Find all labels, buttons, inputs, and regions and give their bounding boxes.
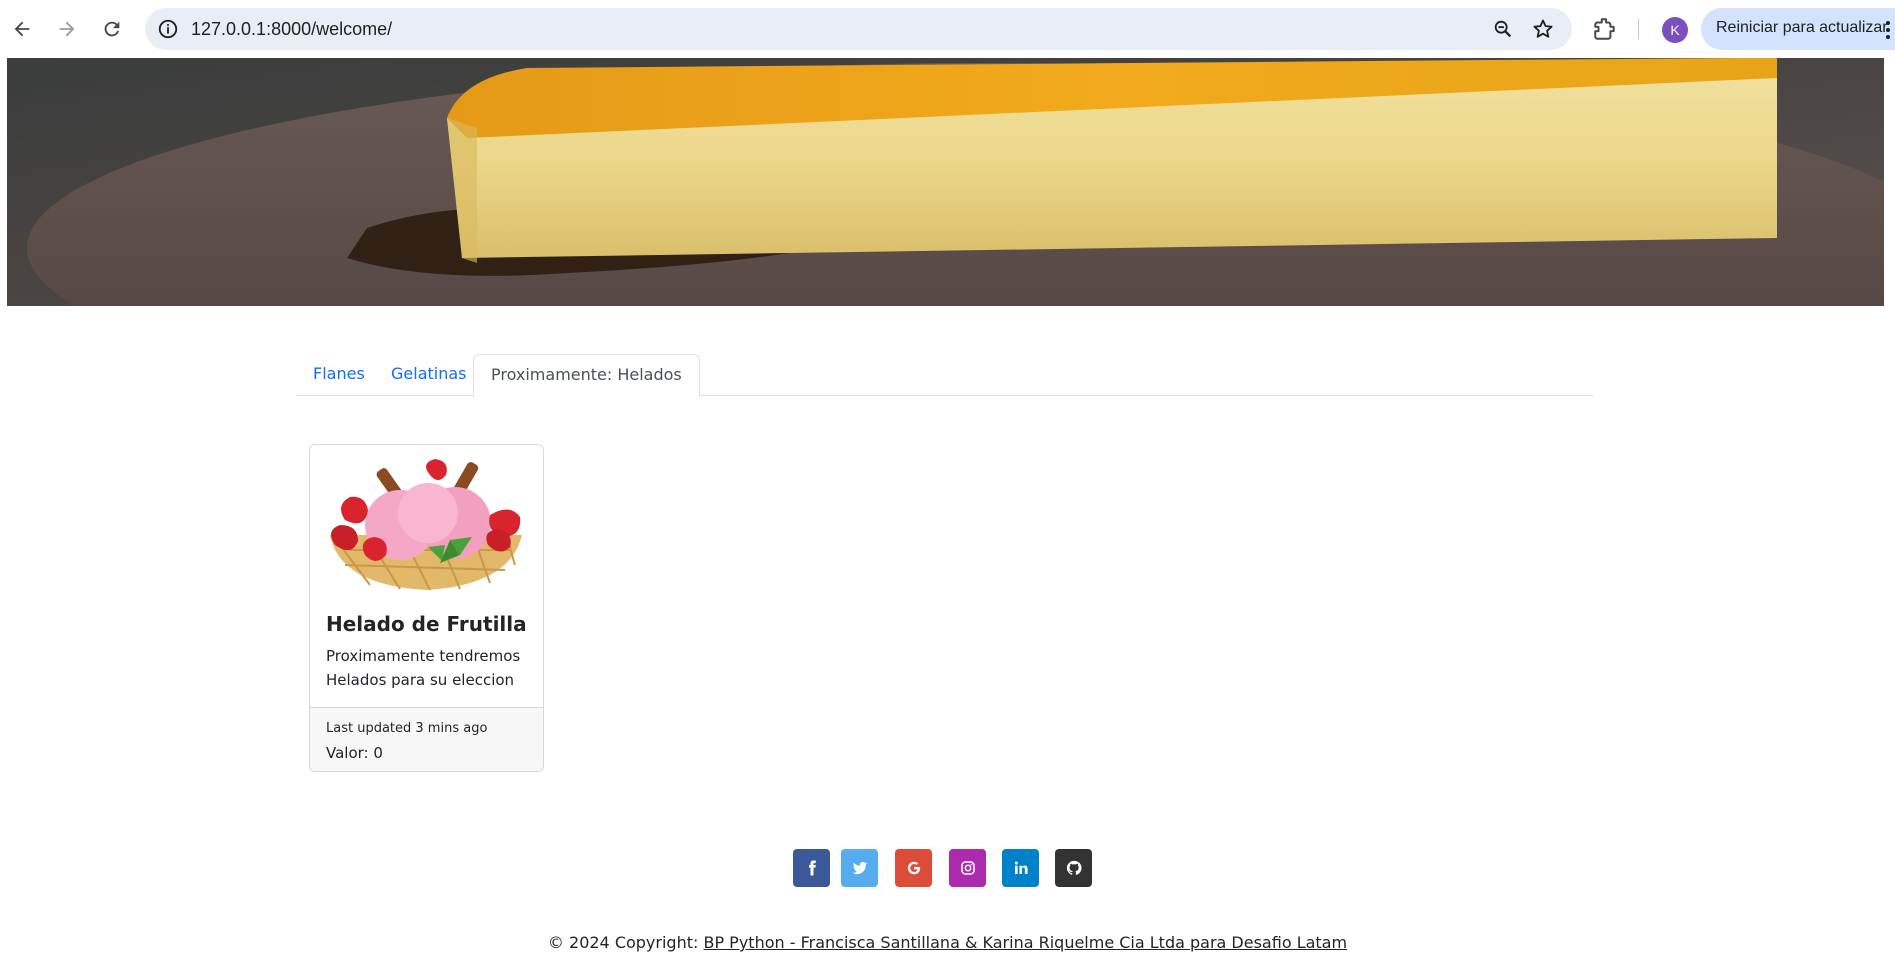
bookmark-star-icon[interactable]: [1531, 17, 1555, 41]
tab-gelatinas[interactable]: Gelatinas: [374, 354, 484, 396]
github-button[interactable]: [1055, 849, 1092, 887]
site-info-icon[interactable]: [157, 18, 179, 40]
twitter-icon: [852, 861, 867, 875]
ice-cream-image: [310, 445, 543, 595]
reload-icon: [104, 21, 120, 37]
facebook-icon: [808, 860, 816, 876]
copyright-link[interactable]: BP Python - Francisca Santillana & Karin…: [703, 933, 1347, 952]
address-bar[interactable]: 127.0.0.1:8000/welcome/: [145, 8, 1572, 50]
back-arrow-icon: [14, 21, 30, 37]
instagram-icon: [960, 861, 975, 875]
card-title: Helado de Frutilla: [326, 612, 527, 636]
tab-flanes[interactable]: Flanes: [296, 354, 382, 396]
card-text: Proximamente tendremos Helados para su e…: [326, 647, 521, 689]
hero-banner-image: [7, 58, 1884, 306]
more-menu-icon[interactable]: [1885, 20, 1891, 40]
category-tabs: Flanes Gelatinas Proximamente: Helados: [296, 354, 1593, 397]
restart-label: Reiniciar para actualizar: [1716, 19, 1888, 36]
card-updated-text: Last updated 3 mins ago: [326, 721, 488, 736]
browser-toolbar: 127.0.0.1:8000/welcome/ K Reiniciar para…: [0, 0, 1895, 58]
linkedin-icon: [1014, 861, 1028, 874]
github-icon: [1066, 860, 1082, 875]
forward-button[interactable]: [50, 12, 84, 46]
restart-to-update-button[interactable]: Reiniciar para actualizar: [1701, 8, 1895, 50]
copyright-prefix: © 2024 Copyright:: [547, 933, 704, 952]
copyright-text: © 2024 Copyright: BP Python - Francisca …: [0, 933, 1895, 952]
tab-proximamente-helados[interactable]: Proximamente: Helados: [473, 354, 700, 397]
instagram-button[interactable]: [949, 849, 986, 887]
google-icon: [907, 861, 920, 875]
back-button[interactable]: [5, 12, 39, 46]
twitter-button[interactable]: [841, 849, 878, 887]
product-card: Helado de Frutilla Proximamente tendremo…: [309, 444, 544, 772]
card-footer: Last updated 3 mins ago Valor: 0: [310, 707, 543, 771]
google-button[interactable]: [895, 849, 932, 887]
forward-arrow-icon: [59, 21, 75, 37]
zoom-icon[interactable]: [1492, 18, 1514, 40]
reload-button[interactable]: [95, 12, 129, 46]
url-text[interactable]: 127.0.0.1:8000/welcome/: [191, 19, 392, 40]
profile-avatar[interactable]: K: [1662, 17, 1688, 43]
facebook-button[interactable]: [793, 849, 830, 887]
linkedin-button[interactable]: [1002, 849, 1039, 887]
extensions-puzzle-icon[interactable]: [1592, 16, 1618, 42]
card-price: Valor: 0: [326, 744, 383, 762]
toolbar-divider: [1638, 19, 1639, 39]
